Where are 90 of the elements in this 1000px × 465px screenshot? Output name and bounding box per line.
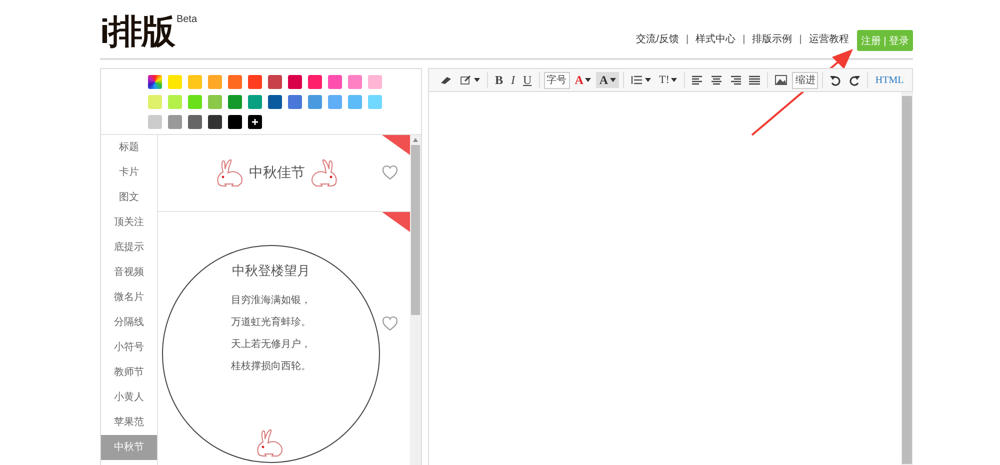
text-style-button[interactable]: T! <box>656 72 680 88</box>
logo[interactable]: i排版 <box>100 14 174 50</box>
color-swatch[interactable] <box>208 115 222 129</box>
eraser-icon <box>440 75 452 85</box>
underline-button[interactable]: U <box>520 72 535 88</box>
color-swatch[interactable] <box>228 95 242 109</box>
color-swatch[interactable] <box>208 75 222 89</box>
heart-icon[interactable] <box>382 165 398 180</box>
corner-ribbon <box>382 212 410 232</box>
color-swatch[interactable] <box>148 95 162 109</box>
category-tab[interactable]: 顶关注 <box>101 210 157 235</box>
category-tab[interactable]: 卡片 <box>101 160 157 185</box>
color-swatch[interactable] <box>208 95 222 109</box>
separator: | <box>799 34 802 44</box>
align-left-icon <box>692 75 704 85</box>
category-tab[interactable]: 小符号 <box>101 335 157 360</box>
caret-icon <box>474 78 480 82</box>
color-swatch[interactable] <box>348 75 362 89</box>
heart-icon[interactable] <box>382 316 398 331</box>
align-center-icon <box>711 75 722 85</box>
caret-icon <box>585 78 592 82</box>
scrollbar[interactable] <box>901 92 913 465</box>
category-tab[interactable]: 音视频 <box>101 260 157 285</box>
custom-color-swatch[interactable] <box>248 115 262 129</box>
poem-line: 天上若无修月户， <box>231 338 311 352</box>
nav-link[interactable]: 运营教程 <box>808 32 849 46</box>
toolbar-button[interactable]: 字号 <box>544 72 570 88</box>
list-icon <box>631 75 644 85</box>
color-swatch[interactable] <box>328 95 342 109</box>
poem-line: 万道虹光育蚌珍。 <box>231 316 311 330</box>
color-swatch[interactable] <box>168 95 182 109</box>
scrollbar[interactable] <box>410 135 421 465</box>
color-swatch[interactable] <box>268 95 282 109</box>
color-swatch[interactable] <box>368 95 382 109</box>
category-tab[interactable]: 标题 <box>101 135 157 160</box>
undo-icon <box>830 74 842 86</box>
color-swatch[interactable] <box>228 75 242 89</box>
color-swatch[interactable] <box>248 95 262 109</box>
category-tab[interactable]: 图文 <box>101 185 157 210</box>
color-swatch[interactable] <box>308 95 322 109</box>
bold-button[interactable]: B <box>492 72 506 88</box>
separator: | <box>742 34 746 44</box>
html-button[interactable]: HTML <box>872 72 907 88</box>
rabbit-icon <box>255 428 285 458</box>
beta-label: Beta <box>176 14 198 26</box>
color-swatch[interactable] <box>248 75 262 89</box>
color-swatch[interactable] <box>288 75 302 89</box>
caret-icon <box>610 78 616 82</box>
caret-icon <box>671 78 678 82</box>
poem-line: 目穷淮海满如银， <box>231 294 311 308</box>
color-swatch[interactable] <box>228 115 242 129</box>
nav-link[interactable]: 交流/反馈 <box>636 32 680 46</box>
corner-ribbon <box>382 135 410 155</box>
color-swatch[interactable] <box>188 95 202 109</box>
color-swatch[interactable] <box>168 75 182 89</box>
category-tab[interactable]: 苹果范 <box>101 410 157 435</box>
category-tab[interactable]: 微名片 <box>101 285 157 310</box>
italic-button[interactable]: I <box>508 72 518 88</box>
poem-line: 桂枝撑损向西轮。 <box>231 360 311 374</box>
category-tab[interactable]: 分隔线 <box>101 310 157 335</box>
justify-icon <box>749 75 760 85</box>
color-wheel-swatch[interactable] <box>148 75 162 89</box>
caret-icon <box>645 78 652 82</box>
font-color-button[interactable]: A <box>572 72 594 88</box>
image-icon <box>775 75 788 85</box>
edit-icon <box>460 75 472 85</box>
template-title: 中秋佳节 <box>249 164 305 182</box>
color-swatch[interactable] <box>288 95 302 109</box>
color-swatch[interactable] <box>148 115 162 129</box>
rabbit-icon <box>309 158 339 188</box>
poem-title: 中秋登楼望月 <box>232 262 310 280</box>
color-swatch[interactable] <box>368 75 382 89</box>
color-swatch[interactable] <box>268 75 282 89</box>
color-swatch[interactable] <box>188 115 202 129</box>
toolbar-button[interactable]: 缩进 <box>792 72 818 88</box>
rabbit-icon <box>215 158 245 188</box>
nav-link[interactable]: 排版示例 <box>752 32 792 46</box>
background-color-button[interactable]: A <box>596 72 620 88</box>
color-swatch[interactable] <box>168 115 182 129</box>
category-tab[interactable]: 教师节 <box>101 360 157 385</box>
color-swatch[interactable] <box>308 75 322 89</box>
category-tab[interactable]: 底提示 <box>101 235 157 260</box>
redo-icon <box>849 74 860 86</box>
nav-link[interactable]: 样式中心 <box>696 32 736 46</box>
color-swatch[interactable] <box>328 75 342 89</box>
align-right-icon <box>730 75 742 85</box>
color-swatch[interactable] <box>188 75 202 89</box>
category-tab[interactable]: 小黄人 <box>101 385 157 410</box>
color-swatch[interactable] <box>348 95 362 109</box>
separator: | <box>686 34 689 44</box>
